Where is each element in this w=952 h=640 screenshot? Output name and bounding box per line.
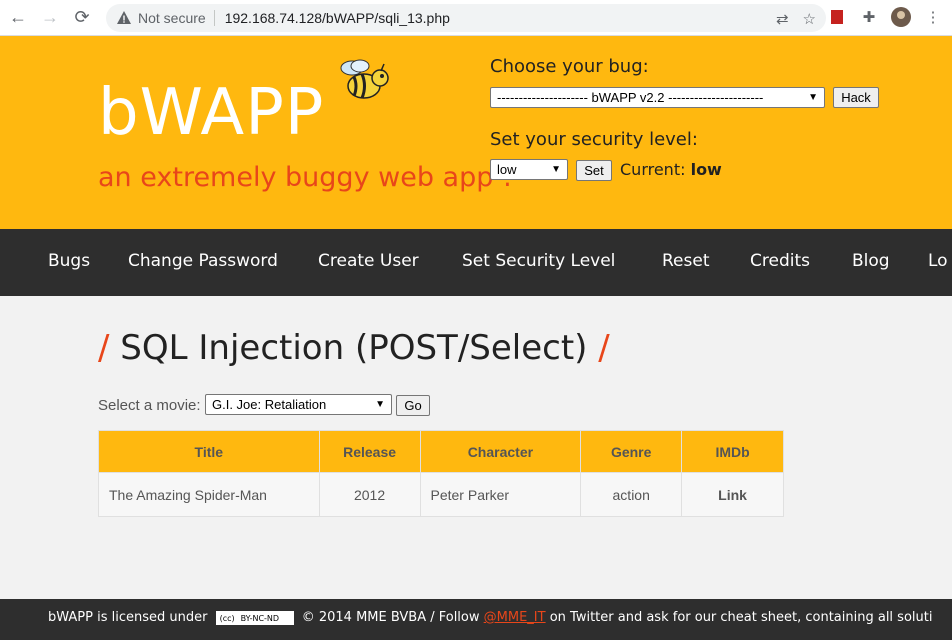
site-header: bWAPP an extremely buggy web app ! Choos…: [0, 36, 952, 229]
address-bar[interactable]: Not secure 192.168.74.128/bWAPP/sqli_13.…: [106, 4, 826, 32]
forward-icon[interactable]: →: [36, 4, 64, 32]
cell-release: 2012: [318, 472, 421, 517]
site-footer: bWAPP is licensed under (cc) BY-NC-ND © …: [0, 599, 952, 640]
url-text[interactable]: 192.168.74.128/bWAPP/sqli_13.php: [225, 10, 450, 26]
bug-select[interactable]: --------------------- bWAPP v2.2 -------…: [490, 87, 825, 108]
main-content: / SQL Injection (POST/Select) / Select a…: [0, 296, 952, 599]
menu-item-set-security-level[interactable]: Set Security Level: [462, 251, 615, 271]
page-title: / SQL Injection (POST/Select) /: [98, 328, 610, 368]
menu-item-credits[interactable]: Credits: [750, 251, 810, 271]
menu-item-blog[interactable]: Blog: [852, 251, 890, 271]
creative-commons-badge[interactable]: (cc) BY-NC-ND: [215, 610, 294, 625]
security-level-select[interactable]: low ▼: [490, 159, 568, 180]
current-security-value: low: [690, 160, 722, 179]
go-button[interactable]: Go: [396, 395, 430, 416]
footer-cheat-sheet-text: on Twitter and ask for our cheat sheet, …: [549, 610, 933, 625]
set-security-button[interactable]: Set: [576, 160, 612, 181]
chevron-down-icon: ▼: [375, 399, 385, 410]
menu-item-change-password[interactable]: Change Password: [128, 251, 278, 271]
bug-select-value: --------------------- bWAPP v2.2 -------…: [497, 90, 764, 105]
column-header-character: Character: [419, 430, 582, 473]
omnibox-divider: [213, 10, 215, 26]
security-level-label: Set your security level:: [490, 129, 698, 150]
imdb-link[interactable]: Link: [681, 472, 784, 517]
menu-item-reset[interactable]: Reset: [662, 251, 710, 271]
footer-copyright-text: © 2014 MME BVBA / Follow: [301, 610, 480, 625]
column-header-imdb: IMDb: [681, 430, 784, 473]
more-menu-icon[interactable]: ⋮: [922, 6, 944, 28]
column-header-release: Release: [318, 430, 421, 473]
footer-license-text: bWAPP is licensed under: [48, 610, 208, 625]
select-movie-label: Select a movie:: [98, 397, 201, 414]
title-slash-right: /: [598, 328, 610, 368]
hack-button[interactable]: Hack: [833, 87, 879, 108]
cell-genre: action: [580, 472, 683, 517]
browser-toolbar: ← → ⟳ Not secure 192.168.74.128/bWAPP/sq…: [0, 0, 952, 36]
security-select-value: low: [497, 162, 517, 177]
main-menu: Bugs Change Password Create User Set Sec…: [0, 229, 952, 296]
translate-icon[interactable]: ⇄: [776, 10, 789, 28]
menu-item-create-user[interactable]: Create User: [318, 251, 419, 271]
current-label: Current:: [620, 160, 686, 179]
back-icon[interactable]: ←: [4, 4, 32, 32]
menu-item-logout[interactable]: Lo: [928, 251, 948, 271]
menu-item-bugs[interactable]: Bugs: [48, 251, 90, 271]
bee-logo-icon: [340, 59, 389, 99]
chevron-down-icon: ▼: [551, 164, 561, 175]
table-row: The Amazing Spider-Man 2012 Peter Parker…: [98, 472, 784, 517]
extension-red-icon[interactable]: [826, 6, 848, 28]
cell-title: The Amazing Spider-Man: [98, 472, 320, 517]
bookmark-star-icon[interactable]: ☆: [803, 10, 816, 28]
footer-text: bWAPP is licensed under (cc) BY-NC-ND © …: [48, 610, 932, 625]
profile-avatar[interactable]: [890, 6, 912, 28]
title-slash-left: /: [98, 328, 110, 368]
twitter-link[interactable]: @MME_IT: [484, 610, 546, 625]
not-secure-label: Not secure: [138, 10, 206, 26]
bwapp-logo[interactable]: bWAPP: [98, 76, 324, 150]
warning-icon: [117, 11, 131, 24]
reload-icon[interactable]: ⟳: [68, 4, 96, 32]
cc-icon: (cc): [219, 613, 235, 623]
cell-character: Peter Parker: [419, 472, 582, 517]
column-header-genre: Genre: [580, 430, 683, 473]
puzzle-extensions-icon[interactable]: ✚: [858, 6, 880, 28]
movie-select[interactable]: G.I. Joe: Retaliation ▼: [205, 394, 392, 415]
cc-license-label: BY-NC-ND: [240, 613, 280, 623]
movie-results-table: Title Release Character Genre IMDb The A…: [98, 430, 784, 517]
page-title-text: SQL Injection (POST/Select): [120, 328, 588, 368]
chevron-down-icon: ▼: [808, 92, 818, 103]
current-security: Current: low: [620, 160, 722, 179]
tagline: an extremely buggy web app !: [98, 162, 513, 193]
choose-bug-label: Choose your bug:: [490, 56, 649, 77]
column-header-title: Title: [98, 430, 320, 473]
movie-select-value: G.I. Joe: Retaliation: [212, 397, 327, 412]
table-header-row: Title Release Character Genre IMDb: [98, 430, 784, 473]
